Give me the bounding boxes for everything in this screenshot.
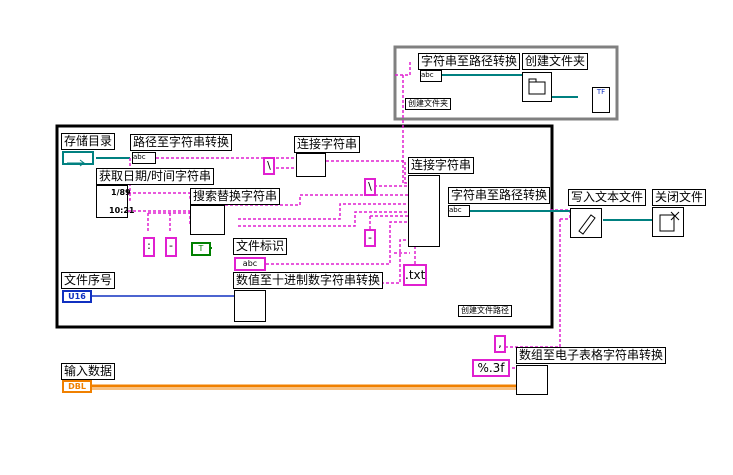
- backslash-constant-2[interactable]: \: [364, 178, 376, 196]
- dash-constant-1[interactable]: -: [165, 237, 177, 257]
- backslash-constant-1[interactable]: \: [263, 157, 275, 175]
- input-data-label: 输入数据: [61, 363, 116, 380]
- string-to-path-label: 字符串至路径转换: [448, 187, 551, 204]
- colon-constant[interactable]: :: [143, 237, 155, 257]
- dash-constant-2[interactable]: -: [364, 229, 376, 247]
- pencil-icon: [578, 214, 596, 235]
- concat-string-main-node[interactable]: [408, 175, 440, 247]
- num-to-dec-string-node[interactable]: [234, 290, 266, 322]
- search-replace-node[interactable]: [190, 205, 225, 235]
- txt-constant[interactable]: .txt: [403, 264, 427, 286]
- concat-string-top-node[interactable]: [296, 153, 326, 177]
- path-icon: [67, 159, 85, 167]
- file-tag-control[interactable]: abc: [234, 257, 266, 271]
- tf-terminal[interactable]: TF: [592, 87, 610, 113]
- write-text-file-label: 写入文本文件: [568, 189, 647, 206]
- close-file-label: 关闭文件: [652, 189, 707, 206]
- concat-string-main-label: 连接字符串: [408, 157, 475, 174]
- create-folder-node[interactable]: [522, 72, 552, 102]
- get-datetime-node[interactable]: 1/89 10:21: [96, 185, 134, 218]
- string-to-path-node[interactable]: abc: [448, 205, 470, 217]
- create-folder-label: 创建文件夹: [522, 53, 589, 70]
- path-to-string-node[interactable]: abc: [132, 152, 156, 164]
- storage-dir-label: 存储目录: [61, 133, 116, 150]
- create-folder-caption: 创建文件夹: [405, 98, 451, 110]
- path-to-string-label: 路径至字符串转换: [130, 134, 233, 151]
- get-datetime-label: 获取日期/时间字符串: [96, 168, 215, 185]
- input-data-control[interactable]: DBL: [62, 380, 92, 393]
- write-text-file-node[interactable]: [570, 208, 602, 238]
- close-file-node[interactable]: [652, 207, 684, 237]
- folder-icon: [528, 78, 546, 95]
- close-file-icon: [659, 211, 680, 232]
- comma-constant[interactable]: ,: [494, 335, 506, 353]
- create-file-path-caption: 创建文件路径: [458, 305, 512, 317]
- format-constant[interactable]: %.3f: [472, 359, 510, 377]
- storage-dir-control[interactable]: [62, 151, 94, 167]
- file-serial-control[interactable]: U16: [62, 290, 92, 303]
- bool-true-constant[interactable]: T: [191, 242, 211, 256]
- concat-string-top-label: 连接字符串: [294, 136, 361, 153]
- file-serial-label: 文件序号: [61, 272, 116, 289]
- array-to-spreadsheet-label: 数组至电子表格字符串转换: [516, 347, 667, 364]
- num-to-dec-string-label: 数值至十进制数字符串转换: [233, 272, 384, 289]
- array-to-spreadsheet-node[interactable]: [516, 365, 548, 395]
- string-to-path-node-top[interactable]: abc: [420, 70, 442, 82]
- file-tag-label: 文件标识: [233, 238, 288, 255]
- search-replace-label: 搜索替换字符串: [190, 188, 281, 205]
- string-to-path-label-top: 字符串至路径转换: [418, 53, 521, 70]
